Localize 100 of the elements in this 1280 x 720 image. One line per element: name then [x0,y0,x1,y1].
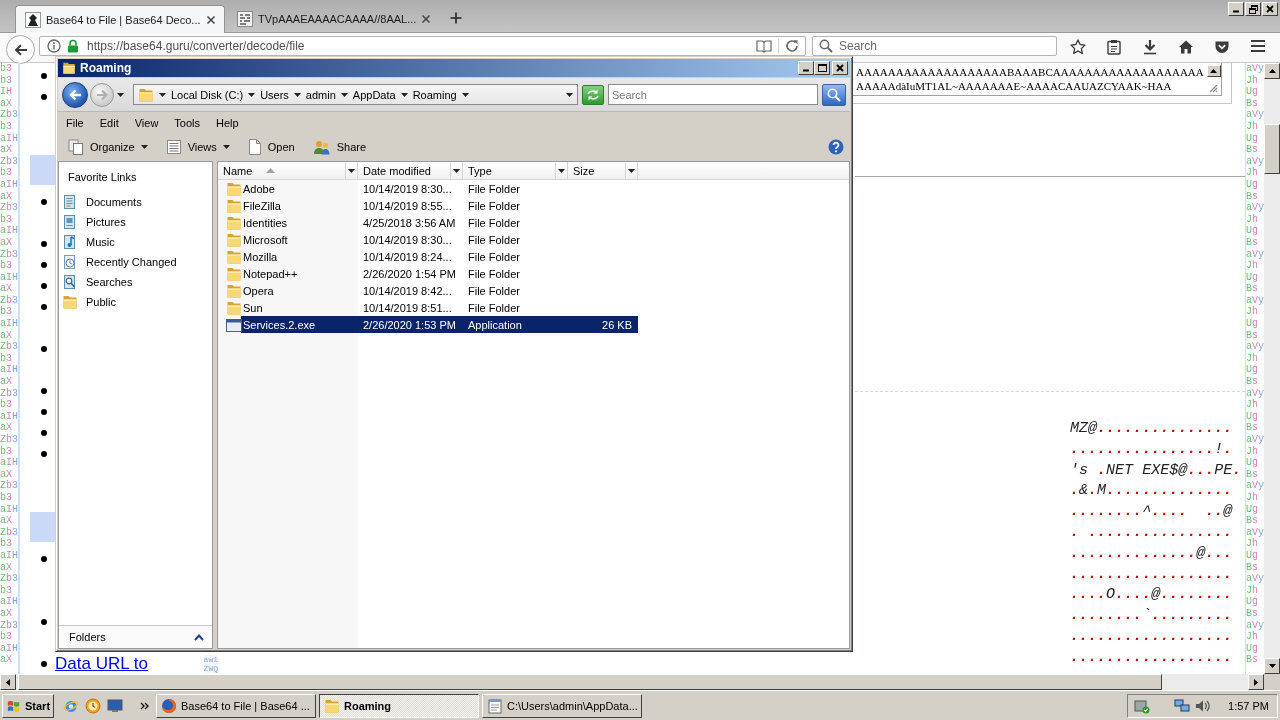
maximize-button[interactable] [814,61,830,75]
minimize-button[interactable] [798,61,814,75]
reader-view-icon[interactable] [756,39,772,53]
address-field[interactable]: https://base64.guru/converter/decode/file [39,36,806,56]
left-arrow-icon [13,43,28,56]
column-header[interactable]: Date modified [358,162,463,179]
close-icon[interactable] [206,14,216,25]
file-row[interactable]: FileZilla 10/14/2019 8:55... File Folder [226,197,638,214]
favorite-link[interactable]: Recently Changed [59,252,212,272]
column-dropdown-button[interactable] [450,162,462,179]
caret-icon[interactable] [340,92,348,97]
open-button[interactable]: Open [241,136,301,158]
column-dropdown-button[interactable] [625,162,637,179]
file-row[interactable]: Identities 4/25/2018 3:56 AM File Folder [226,214,638,231]
menu-item[interactable]: Help [208,114,247,131]
info-icon[interactable] [47,39,61,53]
menu-item[interactable]: File [58,114,92,131]
help-icon[interactable] [828,139,844,155]
file-row[interactable]: Microsoft 10/14/2019 8:30... File Folder [226,231,638,248]
search-field[interactable]: Search [812,36,1057,56]
double-chevron-icon[interactable] [140,701,149,710]
back-button[interactable] [6,35,35,64]
search-button[interactable] [822,83,846,106]
bullet-icon [41,72,47,79]
caret-icon[interactable] [248,92,256,97]
file-row[interactable]: Services.2.exe 2/26/2020 1:53 PM Application 26 KB [226,316,638,333]
breadcrumb-item[interactable]: Users [260,88,289,101]
maximize-icon [817,64,827,72]
address-field[interactable]: Local Disk (C:) Users admin AppData Roaming [133,84,578,105]
taskbar-button[interactable]: Roaming [319,693,479,718]
column-header[interactable]: Size [568,162,638,179]
scroll-thumb[interactable] [1264,124,1280,174]
search-field[interactable]: Search [608,84,818,105]
back-button[interactable] [62,81,88,108]
file-row[interactable]: Adobe 10/14/2019 8:30... File Folder [226,180,638,197]
column-dropdown-button[interactable] [345,162,357,179]
caret-icon[interactable] [566,92,573,97]
file-row[interactable]: Opera 10/14/2019 8:42... File Folder [226,282,638,299]
breadcrumb-item[interactable]: Roaming [412,88,457,101]
taskbar-button[interactable]: Base64 to File | Base64 ... [156,693,316,718]
home-icon[interactable] [1178,39,1194,55]
favorite-link[interactable]: Searches [59,272,212,292]
close-button[interactable] [1262,2,1278,16]
menu-item[interactable]: Tools [166,114,209,131]
folders-bar[interactable]: Folders [59,625,212,648]
scroll-up-button[interactable] [1264,63,1280,79]
favorite-link[interactable]: Music [59,232,212,252]
clock-icon[interactable] [85,697,101,714]
breadcrumb-item[interactable]: Local Disk (C:) [171,88,244,101]
page-link[interactable]: Data URL to [55,653,148,674]
caret-icon[interactable] [159,92,166,97]
scroll-right-button[interactable] [1248,674,1264,690]
caret-icon[interactable] [293,92,301,97]
caret-icon[interactable] [117,92,124,97]
column-header[interactable]: Name [218,162,358,179]
refresh-button[interactable] [582,84,604,105]
scroll-down-button[interactable] [1264,658,1280,674]
taskbar-button[interactable]: C:\Users\admin\AppData... [482,693,642,718]
start-button[interactable]: Start [2,693,54,718]
caret-icon[interactable] [400,92,408,97]
reload-icon[interactable] [785,39,799,53]
browser-tab[interactable]: TVpAAAEAAAACAAAA//8AAL... [228,5,438,33]
star-icon[interactable] [1070,39,1086,55]
bullet-icon [41,429,47,436]
download-icon[interactable] [1142,39,1158,55]
pocket-icon[interactable] [1214,39,1230,55]
vertical-scrollbar[interactable] [1264,63,1280,674]
menu-item[interactable]: View [126,114,167,131]
menu-item[interactable]: Edit [91,114,127,131]
organize-button[interactable]: Organize [62,136,154,158]
views-button[interactable]: Views [159,136,236,158]
scroll-up-button[interactable] [1206,65,1221,77]
breadcrumb-item[interactable]: AppData [352,88,396,101]
close-button[interactable] [832,61,848,75]
column-header[interactable]: Type [463,162,568,179]
file-row[interactable]: Sun 10/14/2019 8:51... File Folder [226,299,638,316]
file-row[interactable]: Mozilla 10/14/2019 8:24... File Folder [226,248,638,265]
breadcrumb-item[interactable]: admin [305,88,336,101]
minimize-button[interactable] [1228,2,1244,16]
menu-icon[interactable] [1250,39,1266,53]
file-row[interactable]: Notepad++ 2/26/2020 1:54 PM File Folder [226,265,638,282]
scroll-left-button[interactable] [0,674,16,690]
date-modified: 2/26/2020 1:54 PM [362,267,457,280]
column-dropdown-button[interactable] [555,162,567,179]
favorite-link[interactable]: Documents [59,192,212,212]
monitor-icon[interactable] [107,697,123,714]
browser-tab[interactable]: Base64 to File | Base64 Deco... [15,5,225,33]
restore-button[interactable] [1245,2,1261,16]
clipboard-icon[interactable] [1106,39,1122,55]
text-area[interactable]: AAAAAAAAAAAAAAAAAAABAAABCAAAAAAAAAAAAAAAAAAA AAAAAdàIuMT1AL~AAAAAAAE~AAAACAAUAZCYAAK~HAA [853,63,1222,96]
favorite-link[interactable]: Pictures [59,212,212,232]
network-icon[interactable] [1174,697,1191,714]
share-button[interactable]: Share [306,136,373,158]
resize-grip-icon[interactable] [1209,84,1218,93]
device-check-icon[interactable] [1134,697,1151,714]
close-icon[interactable] [421,14,432,24]
caret-icon[interactable] [461,92,469,97]
favorite-link[interactable]: Public [59,292,212,312]
plus-icon[interactable] [450,12,462,24]
document-clock-icon [62,254,78,270]
